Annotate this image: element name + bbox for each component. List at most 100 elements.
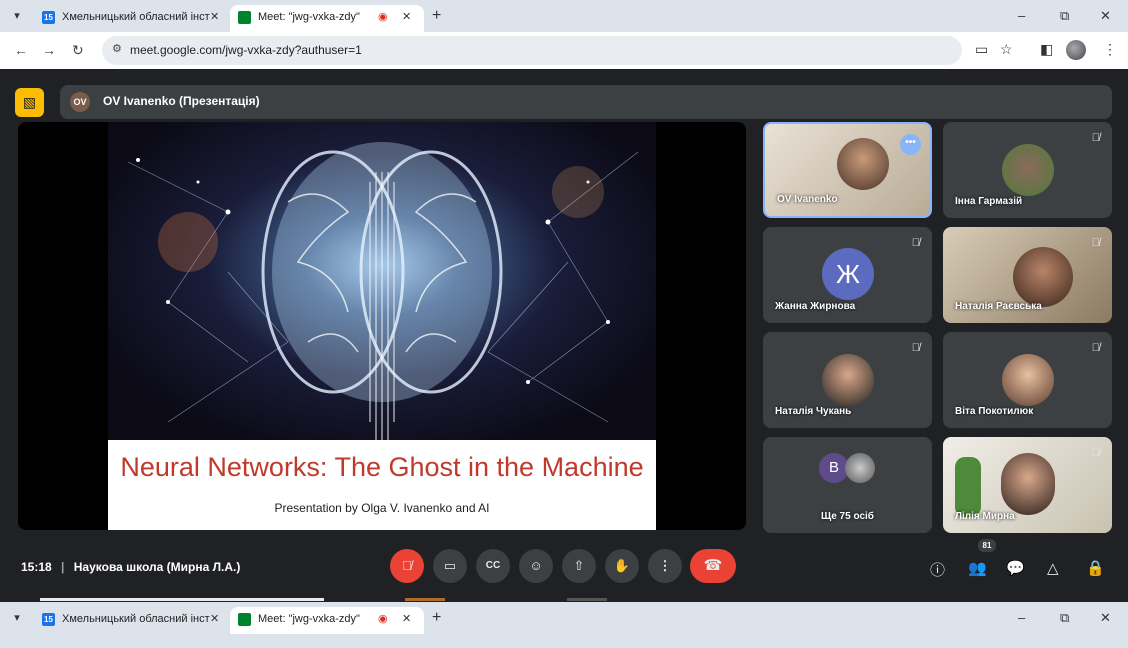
present-button[interactable]: ⇧ xyxy=(562,549,596,583)
tab-close-icon[interactable]: ✕ xyxy=(210,5,219,29)
participant-video xyxy=(1001,453,1055,515)
slide-subtitle: Presentation by Olga V. Ivanenko and AI xyxy=(274,501,490,515)
divider: | xyxy=(61,560,65,574)
restore-button[interactable]: ⧉ xyxy=(1060,610,1069,626)
close-window-button[interactable]: ✕ xyxy=(1100,8,1111,24)
tab-close-icon[interactable]: ✕ xyxy=(402,5,411,29)
mic-toggle-button[interactable]: 🎙̸ xyxy=(390,549,424,583)
back-icon[interactable]: ← xyxy=(14,42,28,58)
info-icon[interactable]: ⓘ xyxy=(930,559,945,580)
minimize-button[interactable]: – xyxy=(1018,8,1025,23)
tab-calendar[interactable]: 15 Хмельницький обласний інсти ✕ xyxy=(34,5,228,32)
tab-title: Хмельницький обласний інсти xyxy=(62,613,210,625)
mic-off-icon: 🎙̸ xyxy=(1091,342,1100,354)
participant-tile-more[interactable]: В Ще 75 осіб xyxy=(763,437,932,533)
meet-icon xyxy=(238,11,251,24)
more-participants-label: Ще 75 осіб xyxy=(821,511,874,522)
plant-decor xyxy=(955,457,981,517)
participant-tile[interactable]: 🎙̸ Наталія Чукань xyxy=(763,332,932,428)
participant-name: Наталія Раєвська xyxy=(955,301,1042,312)
meeting-name: Наукова школа (Мирна Л.А.) xyxy=(73,560,241,574)
slide: Neural Networks: The Ghost in the Machin… xyxy=(108,122,656,530)
participant-tile[interactable]: ••• OV Ivanenko xyxy=(763,122,932,218)
participant-tile[interactable]: 🎙̸ Віта Покотилюк xyxy=(943,332,1112,428)
leave-call-button[interactable]: ☎ xyxy=(690,549,736,583)
participant-avatar xyxy=(1002,354,1054,406)
new-tab-button[interactable]: + xyxy=(432,607,441,629)
mic-off-icon: 🎙̸ xyxy=(1091,447,1100,459)
participant-avatar: Ж xyxy=(822,248,874,300)
url-text[interactable]: meet.google.com/jwg-vxka-zdy?authuser=1 xyxy=(130,43,362,57)
participant-tile[interactable]: Ж 🎙̸ Жанна Жирнова xyxy=(763,227,932,323)
omnibox[interactable]: ⚙ meet.google.com/jwg-vxka-zdy?authuser=… xyxy=(102,36,962,65)
participant-name: OV Ivanenko xyxy=(777,194,838,205)
bookmark-star-icon[interactable]: ☆ xyxy=(1000,41,1013,58)
minimize-button[interactable]: – xyxy=(1018,610,1025,625)
tab-close-icon[interactable]: ✕ xyxy=(402,607,411,631)
tab-meet[interactable]: Meet: "jwg-vxka-zdy" ◉ ✕ xyxy=(230,607,424,634)
brain-illustration xyxy=(108,122,656,440)
strip-segment xyxy=(405,598,445,601)
tab-calendar[interactable]: 15 Хмельницький обласний інсти ✕ xyxy=(34,607,228,634)
tab-meet[interactable]: Meet: "jwg-vxka-zdy" ◉ ✕ xyxy=(230,5,424,32)
restore-button[interactable]: ⧉ xyxy=(1060,8,1069,24)
participant-name: Інна Гармазій xyxy=(955,196,1023,207)
participant-avatar xyxy=(822,354,874,406)
raise-hand-button[interactable]: ✋ xyxy=(605,549,639,583)
meet-main: ▧ OV OV Ivanenko (Презентація) Neural Ne… xyxy=(0,69,1128,601)
forward-icon[interactable]: → xyxy=(42,42,56,58)
close-window-button[interactable]: ✕ xyxy=(1100,610,1111,626)
tab-search-dropdown-icon[interactable]: ▾ xyxy=(8,7,26,25)
participant-video xyxy=(1013,247,1073,307)
mic-off-icon: 🎙̸ xyxy=(911,237,920,249)
presenter-avatar: OV xyxy=(70,92,90,112)
strip-segment xyxy=(40,598,324,601)
menu-kebab-icon[interactable]: ⋮ xyxy=(1103,41,1117,58)
browser-tab-strip-duplicate: ▾ 15 Хмельницький обласний інсти ✕ Meet:… xyxy=(0,602,1128,648)
new-tab-button[interactable]: + xyxy=(432,5,441,27)
stop-presenting-icon[interactable]: ▧ xyxy=(15,88,44,117)
more-options-icon[interactable]: ••• xyxy=(900,134,921,155)
tab-close-icon[interactable]: ✕ xyxy=(210,607,219,631)
side-panel-icon[interactable]: ◧ xyxy=(1040,41,1053,58)
participant-avatar xyxy=(1002,144,1054,196)
mic-off-icon: 🎙̸ xyxy=(911,342,920,354)
more-options-button[interactable]: ⋮ xyxy=(648,549,682,583)
camera-toggle-button[interactable]: ▭ xyxy=(433,549,467,583)
captions-button[interactable]: CC xyxy=(476,549,510,583)
participant-name: Наталія Чукань xyxy=(775,406,852,417)
tab-title: Хмельницький обласний інсти xyxy=(62,11,210,23)
host-controls-icon[interactable]: 🔒 xyxy=(1086,559,1105,577)
site-settings-icon[interactable]: ⚙ xyxy=(112,42,122,55)
participant-tile[interactable]: 🎙̸ Інна Гармазій xyxy=(943,122,1112,218)
participant-name: Лілія Мирна xyxy=(955,511,1015,522)
participant-video xyxy=(837,138,889,190)
time-text: 15:18 xyxy=(21,560,52,574)
mic-off-icon: 🎙̸ xyxy=(1091,132,1100,144)
tab-title: Meet: "jwg-vxka-zdy" xyxy=(258,11,360,23)
people-count-badge: 81 xyxy=(978,539,996,552)
reload-icon[interactable]: ↻ xyxy=(72,42,84,59)
participant-avatar xyxy=(845,453,875,483)
strip-segment xyxy=(567,598,607,601)
participant-name: Віта Покотилюк xyxy=(955,406,1034,417)
address-toolbar: ← → ↻ ⚙ meet.google.com/jwg-vxka-zdy?aut… xyxy=(0,32,1128,69)
emoji-button[interactable]: ☺ xyxy=(519,549,553,583)
presentation-stage: Neural Networks: The Ghost in the Machin… xyxy=(18,122,746,530)
activities-icon[interactable]: △ xyxy=(1047,559,1059,577)
calendar-icon: 15 xyxy=(42,11,55,24)
slide-title: Neural Networks: The Ghost in the Machin… xyxy=(120,452,644,482)
meeting-clock: 15:18 | Наукова школа (Мирна Л.А.) xyxy=(21,560,240,574)
cast-icon[interactable]: ▭ xyxy=(975,41,988,58)
participant-tile[interactable]: 🎙̸ Лілія Мирна xyxy=(943,437,1112,533)
participant-tile[interactable]: 🎙̸ Наталія Раєвська xyxy=(943,227,1112,323)
meeting-controls: 15:18 | Наукова школа (Мирна Л.А.) 🎙̸ ▭ … xyxy=(0,542,1128,600)
meet-icon xyxy=(238,613,251,626)
people-icon[interactable]: 👥 xyxy=(968,559,987,577)
tab-search-dropdown-icon[interactable]: ▾ xyxy=(8,609,26,627)
presenter-bar: OV OV Ivanenko (Презентація) xyxy=(60,85,1112,119)
chat-icon[interactable]: 💬 xyxy=(1006,559,1025,577)
browser-tab-strip: ▾ 15 Хмельницький обласний інсти ✕ Meet:… xyxy=(0,0,1128,32)
tab-title: Meet: "jwg-vxka-zdy" xyxy=(258,613,360,625)
profile-avatar[interactable] xyxy=(1066,40,1086,60)
